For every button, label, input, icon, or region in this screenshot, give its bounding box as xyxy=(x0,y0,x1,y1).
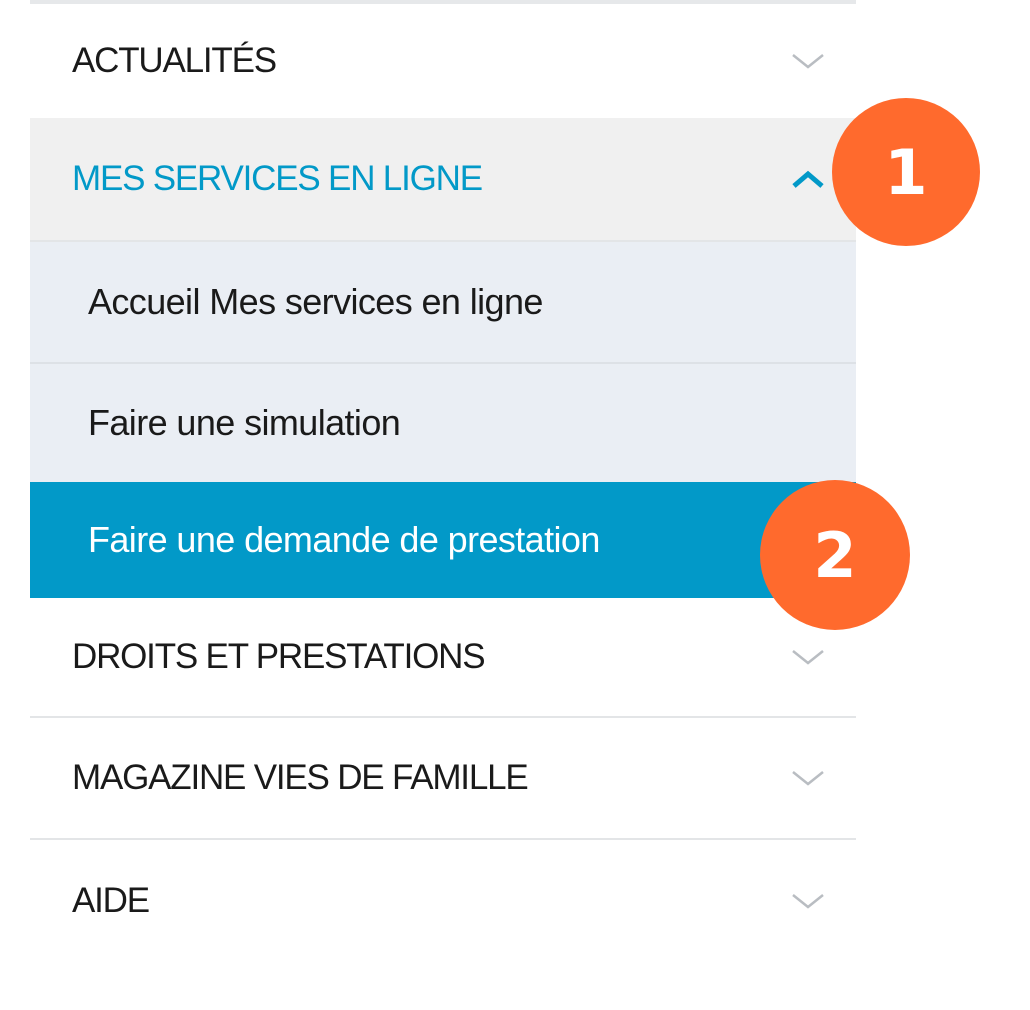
step-badge-1: 1 xyxy=(832,98,980,246)
menu-item-actualites[interactable]: ACTUALITÉS xyxy=(30,4,856,118)
menu-item-label: DROITS ET PRESTATIONS xyxy=(72,637,486,676)
menu-item-label: ACTUALITÉS xyxy=(72,41,277,80)
chevron-down-icon xyxy=(790,767,826,789)
submenu-item-label: Faire une demande de prestation xyxy=(88,519,600,560)
submenu-item-simulation[interactable]: Faire une simulation xyxy=(30,364,856,482)
menu-item-label: MES SERVICES EN LIGNE xyxy=(72,159,483,198)
menu-item-aide[interactable]: AIDE xyxy=(30,840,856,962)
menu-item-droits-et-prestations[interactable]: DROITS ET PRESTATIONS xyxy=(30,598,856,716)
submenu-item-label: Faire une simulation xyxy=(88,402,401,443)
menu-item-magazine-vies-de-famille[interactable]: MAGAZINE VIES DE FAMILLE xyxy=(30,718,856,838)
chevron-down-icon xyxy=(790,50,826,72)
menu-item-label: MAGAZINE VIES DE FAMILLE xyxy=(72,758,529,797)
chevron-down-icon xyxy=(790,646,826,668)
chevron-down-icon xyxy=(790,890,826,912)
submenu-item-demande-prestation[interactable]: Faire une demande de prestation xyxy=(30,482,856,598)
menu-item-mes-services-en-ligne[interactable]: MES SERVICES EN LIGNE xyxy=(30,118,856,240)
chevron-up-icon xyxy=(790,168,826,190)
submenu-item-label: Accueil Mes services en ligne xyxy=(88,281,543,322)
submenu-item-accueil[interactable]: Accueil Mes services en ligne xyxy=(30,242,856,362)
menu-item-label: AIDE xyxy=(72,881,150,920)
step-badge-2: 2 xyxy=(760,480,910,630)
